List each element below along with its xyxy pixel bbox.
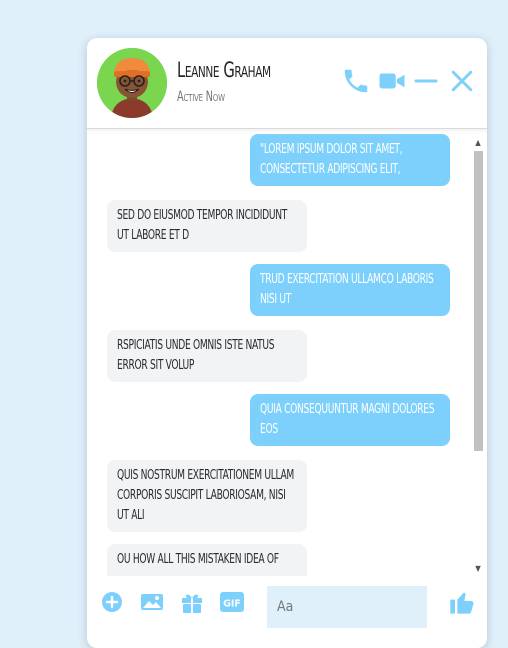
- close-icon[interactable]: [447, 66, 477, 96]
- contact-status: Active Now: [177, 89, 225, 105]
- message-incoming: sed do eiusmod tempor incididunt ut labo…: [107, 200, 307, 252]
- add-icon[interactable]: [100, 590, 124, 614]
- message-outgoing: quia consequuntur magni dolores eos: [250, 394, 450, 446]
- message-list[interactable]: "Lorem ipsum dolor sit amet, consectetur…: [87, 130, 487, 576]
- message-outgoing: "Lorem ipsum dolor sit amet, consectetur…: [250, 134, 450, 186]
- minimize-icon[interactable]: [411, 66, 441, 96]
- gift-icon[interactable]: [180, 590, 204, 614]
- message-incoming: rspiciatis unde omnis iste natus error s…: [107, 330, 307, 382]
- contact-name: Leanne Graham: [177, 58, 271, 82]
- scrollbar[interactable]: ▲ ▼: [473, 136, 483, 574]
- chat-footer: GIF: [87, 578, 487, 648]
- avatar[interactable]: [97, 48, 167, 118]
- compose-input[interactable]: [267, 586, 427, 628]
- video-icon[interactable]: [377, 66, 407, 96]
- phone-icon[interactable]: [341, 66, 371, 96]
- avatar-illustration: [97, 48, 167, 118]
- scroll-down-arrow-icon[interactable]: ▼: [473, 564, 483, 574]
- scroll-thumb[interactable]: [474, 151, 483, 451]
- scroll-up-arrow-icon[interactable]: ▲: [473, 138, 483, 148]
- message-incoming: ou how all this mistaken idea of: [107, 544, 307, 576]
- message-outgoing: trud exercitation ullamco laboris nisi u…: [250, 264, 450, 316]
- thumbs-up-icon[interactable]: [448, 588, 476, 616]
- message-incoming: quis nostrum exercitationem ullam corpor…: [107, 460, 307, 532]
- gif-label: GIF: [223, 599, 241, 610]
- chat-header: Leanne Graham Active Now: [87, 38, 487, 129]
- image-icon[interactable]: [140, 590, 164, 614]
- chat-window: Leanne Graham Active Now "Lorem ipsum do…: [87, 38, 487, 648]
- gif-icon[interactable]: GIF: [220, 590, 244, 614]
